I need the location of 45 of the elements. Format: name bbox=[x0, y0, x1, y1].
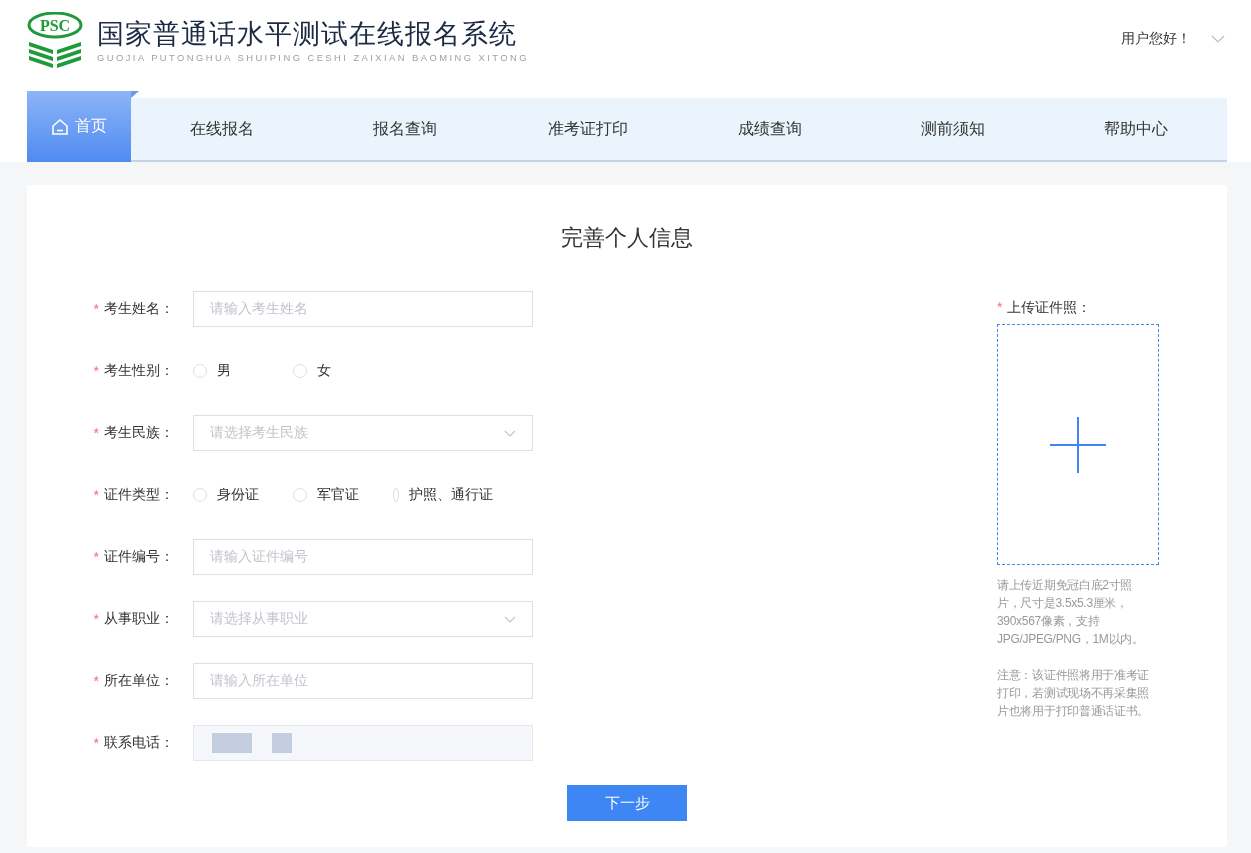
field-label: 从事职业： bbox=[104, 610, 175, 628]
radio-option[interactable]: 男 bbox=[193, 362, 293, 380]
nav-tab[interactable]: 报名查询 bbox=[313, 98, 497, 162]
required-mark: * bbox=[92, 611, 99, 627]
required-mark: * bbox=[997, 299, 1003, 315]
chevron-down-icon bbox=[504, 615, 516, 623]
redaction-mark bbox=[272, 733, 292, 753]
form-title: 完善个人信息 bbox=[561, 224, 693, 252]
radio-option[interactable]: 护照、通行证 bbox=[393, 486, 493, 504]
required-mark: * bbox=[92, 363, 99, 379]
field-label: 联系电话： bbox=[104, 734, 175, 752]
required-mark: * bbox=[92, 673, 99, 689]
required-mark: * bbox=[92, 549, 99, 565]
required-mark: * bbox=[92, 301, 99, 317]
field-label: 考生性别： bbox=[104, 362, 175, 380]
radio-option[interactable]: 身份证 bbox=[193, 486, 293, 504]
required-mark: * bbox=[92, 735, 99, 751]
radio-option[interactable]: 女 bbox=[293, 362, 393, 380]
site-subtitle: GUOJIA PUTONGHUA SHUIPING CESHI ZAIXIAN BAOMING XITONG bbox=[97, 52, 529, 64]
field-label: 所在单位： bbox=[104, 672, 175, 690]
radio-option[interactable]: 军官证 bbox=[293, 486, 393, 504]
photo-upload-area[interactable] bbox=[997, 324, 1159, 565]
plus-icon bbox=[1050, 416, 1106, 473]
upload-label: 上传证件照： bbox=[1007, 299, 1092, 315]
upload-hint: 请上传近期免冠白底2寸照片，尺寸是3.5x5.3厘米，390x567像素，支持JPG/JPEG/PNG，1M以内。 bbox=[997, 577, 1145, 648]
site-title: 国家普通话水平测试在线报名系统 bbox=[97, 18, 518, 50]
required-mark: * bbox=[92, 425, 99, 441]
upload-note: 注意：该证件照将用于准考证打印，若测试现场不再采集照片也将用于打印普通话证书。 bbox=[997, 667, 1151, 720]
nav-tab[interactable]: 帮助中心 bbox=[1044, 98, 1228, 162]
chevron-down-icon[interactable] bbox=[1211, 35, 1225, 43]
nav-tab[interactable]: 在线报名 bbox=[131, 98, 314, 162]
user-greeting[interactable]: 用户您好！ bbox=[1121, 30, 1191, 48]
next-button[interactable]: 下一步 bbox=[567, 785, 687, 821]
nav-tab[interactable]: 测前须知 bbox=[861, 98, 1045, 162]
nav-tab[interactable]: 准考证打印 bbox=[496, 98, 679, 162]
nav-tab[interactable]: 成绩查询 bbox=[679, 98, 862, 162]
redaction-mark bbox=[212, 733, 252, 753]
required-mark: * bbox=[92, 487, 99, 503]
field-label: 证件编号： bbox=[104, 548, 175, 566]
chevron-down-icon bbox=[504, 429, 516, 437]
logo-drawing: PSC bbox=[27, 12, 83, 68]
home-icon bbox=[51, 117, 69, 136]
field-label: 考生民族： bbox=[104, 424, 175, 442]
field-label: 考生姓名： bbox=[104, 300, 175, 318]
field-label: 证件类型： bbox=[104, 486, 175, 504]
